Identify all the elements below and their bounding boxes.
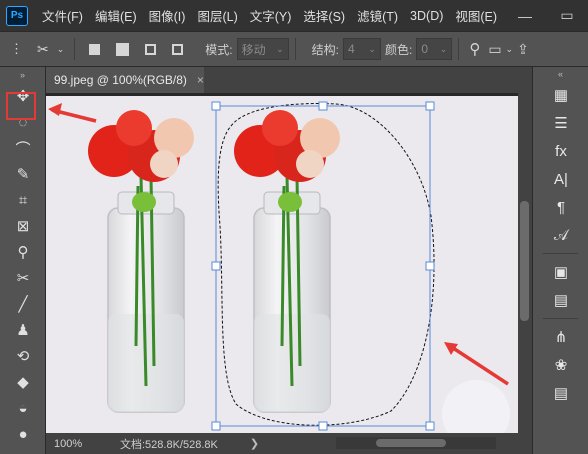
divider — [74, 38, 76, 60]
color-select[interactable]: 0 ⌄ — [416, 38, 453, 60]
mode-select[interactable]: 移动 ⌄ — [236, 38, 289, 60]
menu-layer[interactable]: 图层(L) — [191, 6, 243, 25]
lasso-tool[interactable]: ⌒ — [0, 135, 46, 161]
close-tab-icon[interactable]: × — [197, 73, 204, 87]
quick-select-tool[interactable]: ✎ — [0, 161, 46, 187]
stamp-tool[interactable]: ♟ — [0, 317, 46, 343]
history-brush-tool[interactable]: ⟲ — [0, 343, 46, 369]
subtract-selection-icon[interactable] — [145, 43, 157, 55]
document-size-info: 文档:528.8K/528.8K — [120, 438, 218, 451]
collapse-panels-button[interactable]: « — [533, 67, 588, 81]
flower-vase-photo — [46, 96, 518, 433]
chevron-down-icon[interactable]: ⌄ — [506, 44, 514, 55]
paragraph-icon[interactable]: ¶ — [533, 193, 588, 221]
color-label: 颜色: — [384, 42, 413, 57]
panel-dock: « ▦ ☰ fx A| ¶ 𝒜 ▣ ▤ ⋔ ❀ ▤ — [532, 67, 588, 454]
share-icon[interactable]: ⇪ — [517, 41, 529, 58]
document-image[interactable] — [46, 96, 518, 433]
crop-tool[interactable]: ⌗ — [0, 187, 46, 213]
search-icon[interactable]: ⚲ — [469, 40, 480, 58]
menu-select[interactable]: 选择(S) — [297, 6, 351, 25]
menu-bar: Ps 文件(F) 编辑(E) 图像(I) 图层(L) 文字(Y) 选择(S) 滤… — [0, 0, 588, 31]
libraries-icon[interactable]: ▤ — [533, 286, 588, 314]
glyphs-icon[interactable]: 𝒜 — [533, 221, 588, 249]
eyedropper-tool[interactable]: ⚲ — [0, 239, 46, 265]
blur-tool[interactable]: ● — [0, 421, 46, 447]
mode-value: 移动 — [241, 42, 266, 57]
maximize-button[interactable]: ▭ — [548, 0, 586, 31]
menu-image[interactable]: 图像(I) — [143, 6, 192, 25]
menu-view[interactable]: 视图(E) — [449, 6, 503, 25]
status-bar: 100% 文档:528.8K/528.8K ❯ — [46, 433, 532, 454]
zoom-level[interactable]: 100% — [46, 438, 94, 450]
canvas-area[interactable] — [46, 93, 518, 433]
horizontal-scrollbar[interactable] — [336, 437, 496, 449]
menu-type[interactable]: 文字(Y) — [244, 6, 298, 25]
layers-icon[interactable]: ▤ — [533, 379, 588, 407]
vertical-scroll-thumb[interactable] — [520, 201, 529, 321]
panel-divider — [543, 318, 578, 319]
vertical-scrollbar[interactable] — [518, 93, 532, 433]
photoshop-logo: Ps — [6, 5, 28, 26]
menu-3d[interactable]: 3D(D) — [404, 9, 449, 23]
status-arrow-icon[interactable]: ❯ — [250, 437, 259, 450]
menu-filter[interactable]: 滤镜(T) — [351, 6, 404, 25]
brush-tool[interactable]: ╱ — [0, 291, 46, 317]
intersect-selection-icon[interactable] — [172, 43, 184, 55]
menu-edit[interactable]: 编辑(E) — [89, 6, 143, 25]
structure-value: 4 — [347, 42, 355, 56]
document-tab[interactable]: 99.jpeg @ 100%(RGB/8) × — [46, 67, 204, 93]
paint-bucket-tool[interactable]: ◒ — [0, 395, 46, 421]
opt-grip-icon: ⋮ — [10, 41, 23, 56]
collapse-toolbar-button[interactable]: » — [0, 67, 45, 83]
document-tab-title: 99.jpeg @ 100%(RGB/8) — [54, 73, 187, 87]
new-selection-icon[interactable] — [89, 43, 101, 55]
chevron-down-icon[interactable]: ⌄ — [57, 44, 65, 55]
history-icon[interactable]: ▦ — [533, 81, 588, 109]
content-aware-move-tool[interactable]: ✂ — [0, 265, 46, 291]
panel-divider — [543, 253, 578, 254]
divider — [294, 38, 296, 60]
gradient-icon[interactable]: ▣ — [533, 258, 588, 286]
adjustments-icon[interactable]: ☰ — [533, 109, 588, 137]
tool-preset-icon[interactable]: ✂ — [37, 41, 49, 58]
color-value: 0 — [421, 42, 428, 56]
menu-file[interactable]: 文件(F) — [36, 6, 89, 25]
divider — [458, 38, 460, 60]
structure-select[interactable]: 4 ⌄ — [342, 38, 381, 60]
structure-label: 结构: — [311, 42, 339, 57]
mode-label: 模式: — [205, 42, 233, 57]
add-selection-icon[interactable] — [116, 42, 130, 56]
options-bar: ⋮ ✂ ⌄ 模式: 移动 ⌄ 结构: 4 ⌄ 颜色: 0 ⌄ ⚲ ▭ ⌄ ⇪ — [0, 31, 588, 67]
channels-icon[interactable]: ❀ — [533, 351, 588, 379]
paths-icon[interactable]: ⋔ — [533, 323, 588, 351]
eraser-tool[interactable]: ◆ — [0, 369, 46, 395]
frame-tool[interactable]: ⊠ — [0, 213, 46, 239]
fx-icon[interactable]: fx — [533, 137, 588, 165]
move-tool-highlight-box — [6, 92, 36, 120]
character-icon[interactable]: A| — [533, 165, 588, 193]
tools-panel: » ✥ ◌ ⌒ ✎ ⌗ ⊠ ⚲ ✂ ╱ ♟ ⟲ ◆ ◒ ● — [0, 67, 46, 454]
minimize-button[interactable]: — — [506, 0, 544, 31]
horizontal-scroll-thumb[interactable] — [376, 439, 446, 447]
document-tab-bar: 99.jpeg @ 100%(RGB/8) × — [46, 67, 532, 93]
workspace-icon[interactable]: ▭ — [488, 41, 501, 58]
